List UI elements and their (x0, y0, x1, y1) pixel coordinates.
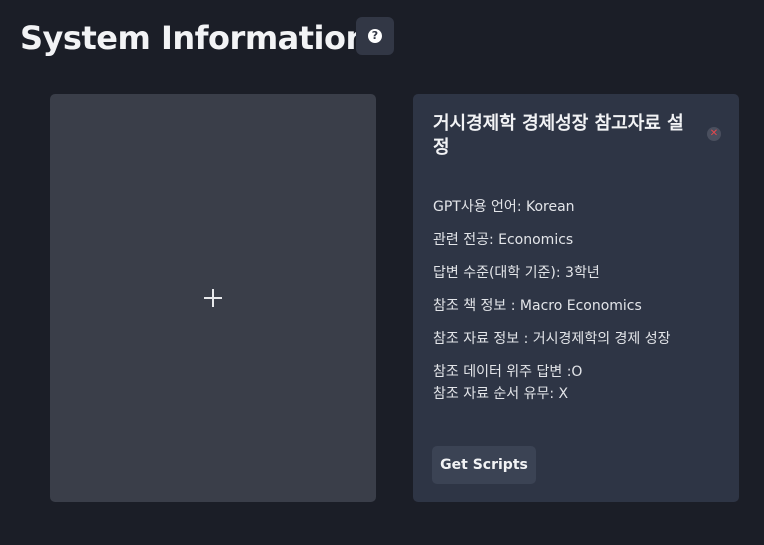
info-line-book: 참조 책 정보 : Macro Economics (433, 298, 642, 314)
question-mark-icon: ? (368, 29, 382, 43)
info-list: GPT사용 언어: Korean 관련 전공: Economics 답변 수준(… (433, 196, 727, 405)
info-line-level: 답변 수준(대학 기준): 3학년 (433, 265, 600, 281)
info-card: 거시경제학 경제성장 참고자료 설정 ✕ GPT사용 언어: Korean 관련… (413, 94, 739, 502)
info-line-order: 참조 자료 순서 유무: X (433, 386, 569, 402)
plus-icon (204, 289, 222, 307)
close-button[interactable]: ✕ (707, 127, 721, 141)
card-title: 거시경제학 경제성장 참고자료 설정 (433, 113, 684, 158)
info-line-major: 관련 전공: Economics (433, 232, 574, 248)
info-line-reference: 참조 자료 정보 : 거시경제학의 경제 성장 (433, 331, 671, 347)
info-line-data-focus: 참조 데이터 위주 답변 :O (433, 364, 583, 380)
get-scripts-button[interactable]: Get Scripts (432, 446, 536, 484)
info-line-language: GPT사용 언어: Korean (433, 199, 575, 215)
help-button[interactable]: ? (356, 17, 394, 55)
page-title: System Information (20, 19, 368, 57)
close-icon: ✕ (709, 128, 719, 139)
add-card-button[interactable] (50, 94, 376, 502)
